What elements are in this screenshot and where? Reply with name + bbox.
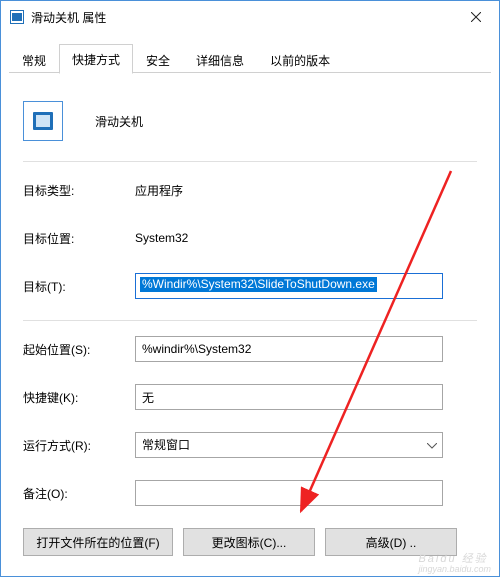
tab-row: 常规 快捷方式 安全 详细信息 以前的版本 [1, 33, 499, 73]
open-file-location-button[interactable]: 打开文件所在的位置(F) [23, 528, 173, 556]
shortcut-icon[interactable] [23, 101, 63, 141]
shortcut-key-input[interactable] [135, 384, 443, 410]
tab-content-shortcut: 滑动关机 目标类型: 应用程序 目标位置: System32 目标(T): %W… [1, 73, 499, 577]
titlebar-left: 滑动关机 属性 [9, 9, 106, 26]
shortcut-name: 滑动关机 [95, 113, 143, 130]
icon-name-row: 滑动关机 [23, 93, 477, 157]
comment-input[interactable] [135, 480, 443, 506]
row-start-in: 起始位置(S): [23, 335, 477, 363]
label-shortcut-key: 快捷键(K): [23, 389, 135, 406]
target-input[interactable]: %Windir%\System32\SlideToShutDown.exe [135, 273, 443, 299]
row-target: 目标(T): %Windir%\System32\SlideToShutDown… [23, 272, 477, 300]
start-in-input[interactable] [135, 336, 443, 362]
divider [23, 161, 477, 162]
row-target-type: 目标类型: 应用程序 [23, 176, 477, 204]
title-bar: 滑动关机 属性 [1, 1, 499, 33]
window-title: 滑动关机 属性 [31, 9, 106, 26]
row-comment: 备注(O): [23, 479, 477, 507]
close-icon [471, 12, 481, 22]
label-target: 目标(T): [23, 278, 135, 295]
value-target-location: System32 [135, 231, 188, 245]
target-input-selected-text: %Windir%\System32\SlideToShutDown.exe [140, 277, 377, 292]
change-icon-button[interactable]: 更改图标(C)... [183, 528, 315, 556]
row-target-location: 目标位置: System32 [23, 224, 477, 252]
tab-details[interactable]: 详细信息 [183, 45, 257, 74]
advanced-button[interactable]: 高级(D) .. [325, 528, 457, 556]
label-run: 运行方式(R): [23, 437, 135, 454]
tab-previous-versions[interactable]: 以前的版本 [257, 45, 343, 74]
label-target-location: 目标位置: [23, 230, 135, 247]
row-shortcut-key: 快捷键(K): [23, 383, 477, 411]
label-target-type: 目标类型: [23, 182, 135, 199]
close-button[interactable] [453, 1, 499, 33]
button-row: 打开文件所在的位置(F) 更改图标(C)... 高级(D) .. [23, 528, 457, 556]
tab-shortcut[interactable]: 快捷方式 [59, 44, 133, 74]
label-comment: 备注(O): [23, 485, 135, 502]
row-run: 运行方式(R): 常规窗口 [23, 431, 477, 459]
run-select-wrap: 常规窗口 [135, 432, 443, 458]
tab-security[interactable]: 安全 [133, 45, 183, 74]
properties-window: 滑动关机 属性 常规 快捷方式 安全 详细信息 以前的版本 滑动关机 目标类型:… [0, 0, 500, 577]
divider-2 [23, 320, 477, 321]
window-icon [9, 9, 25, 25]
value-target-type: 应用程序 [135, 182, 183, 199]
run-select[interactable]: 常规窗口 [135, 432, 443, 458]
label-start-in: 起始位置(S): [23, 341, 135, 358]
tab-general[interactable]: 常规 [9, 45, 59, 74]
